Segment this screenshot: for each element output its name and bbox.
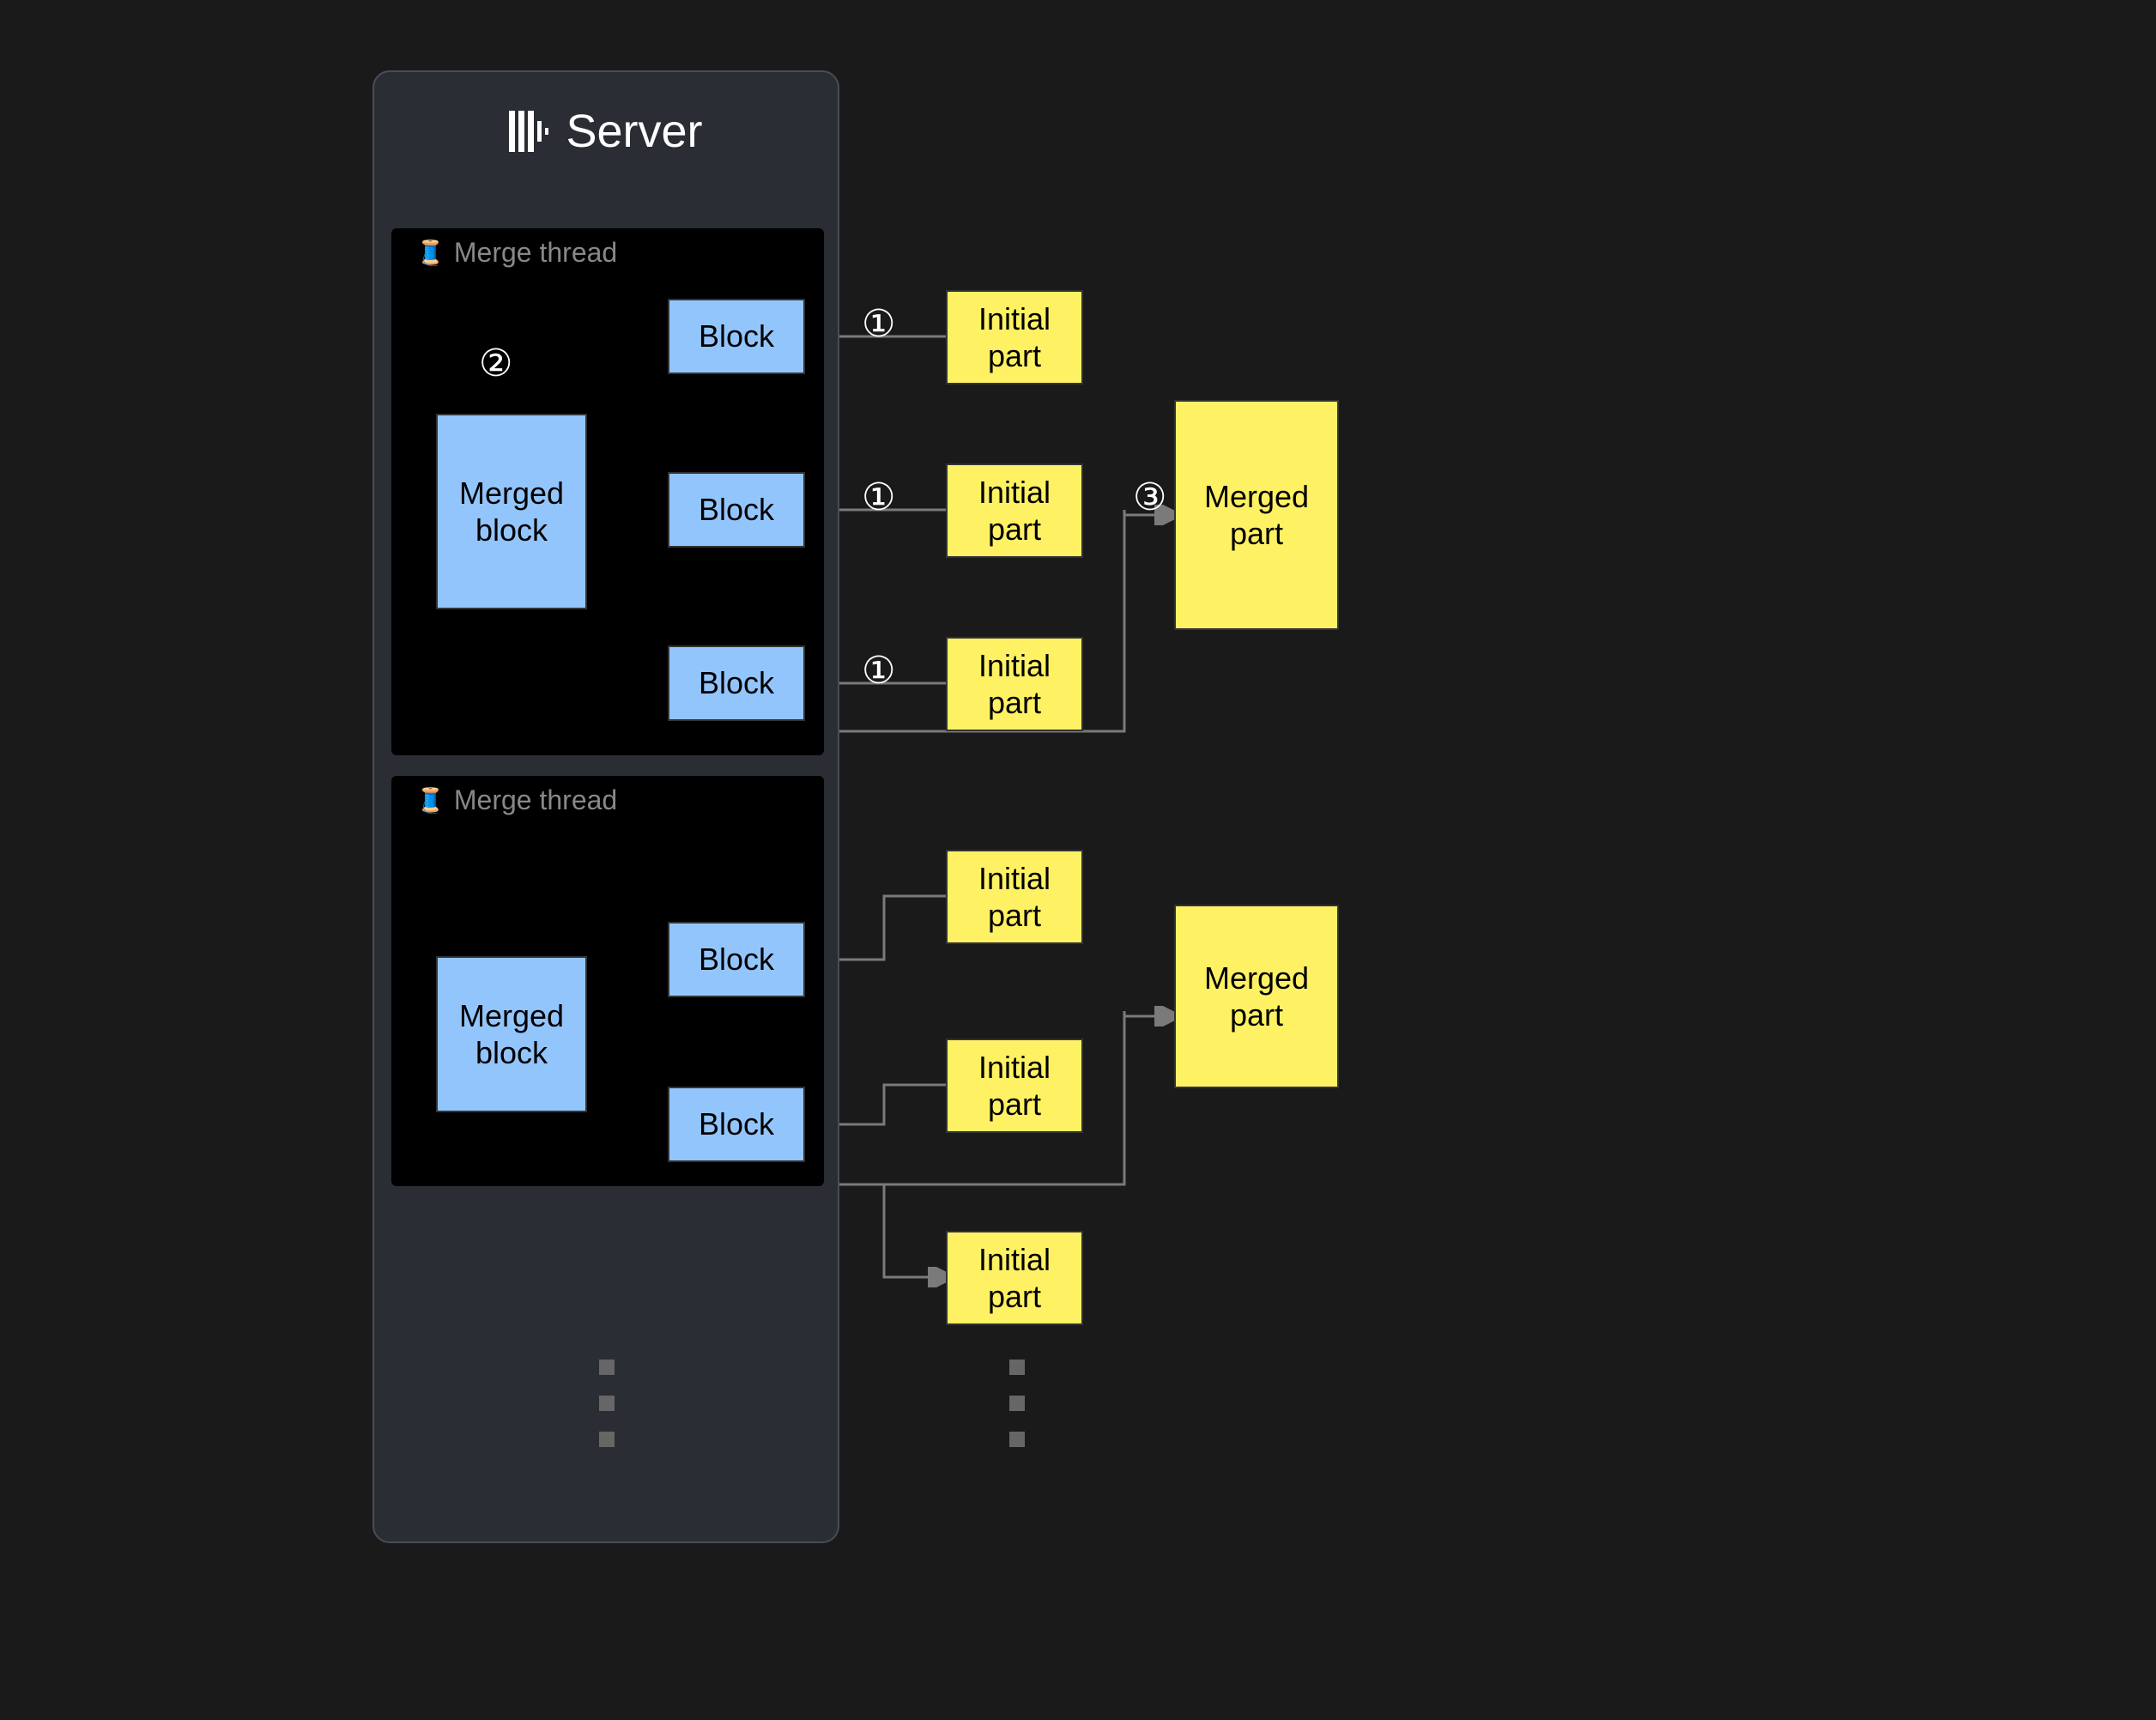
merge-thread-1-header: 🧵 Merge thread (391, 237, 824, 269)
step-label-1a: ① (862, 302, 895, 346)
initial-part-2-extra: Initial part (946, 1231, 1083, 1325)
block-box-1-3: Block (668, 645, 805, 721)
initial-part-1-1: Initial part (946, 290, 1083, 385)
initial-part-label: Initial part (978, 474, 1051, 548)
thread-spool-icon: 🧵 (415, 239, 445, 267)
server-ellipsis (599, 1360, 615, 1447)
step-label-3: ③ (1133, 475, 1166, 519)
ellipsis-dot (1009, 1360, 1025, 1375)
merge-thread-2-header: 🧵 Merge thread (391, 784, 824, 816)
initial-part-label: Initial part (978, 647, 1051, 721)
merged-part-label: Merged part (1204, 960, 1309, 1033)
merged-block-1: Merged block (436, 414, 587, 609)
server-title: Server (566, 105, 702, 158)
ellipsis-dot (1009, 1432, 1025, 1447)
block-label: Block (699, 1105, 774, 1142)
initial-part-1-2: Initial part (946, 463, 1083, 558)
initial-part-2-2: Initial part (946, 1039, 1083, 1133)
block-box-2-1: Block (668, 922, 805, 997)
ellipsis-dot (1009, 1396, 1025, 1411)
merged-block-label: Merged block (459, 475, 564, 548)
parts-ellipsis (1009, 1360, 1025, 1447)
ellipsis-dot (599, 1360, 615, 1375)
block-box-2-2: Block (668, 1087, 805, 1162)
block-label: Block (699, 941, 774, 978)
block-box-1-2: Block (668, 472, 805, 548)
server-icon (509, 109, 550, 154)
server-panel: Server 🧵 Merge thread 🧵 Merge thread (372, 70, 839, 1543)
merged-block-label: Merged block (459, 997, 564, 1071)
server-header: Server (374, 72, 838, 192)
merged-part-1: Merged part (1174, 400, 1339, 630)
block-label: Block (699, 318, 774, 354)
merged-block-2: Merged block (436, 956, 587, 1112)
merge-thread-1-label: Merge thread (454, 237, 617, 269)
block-label: Block (699, 664, 774, 701)
merge-thread-2-label: Merge thread (454, 784, 617, 816)
merged-part-label: Merged part (1204, 478, 1309, 552)
initial-part-2-1: Initial part (946, 850, 1083, 944)
block-box-1-1: Block (668, 299, 805, 374)
ellipsis-dot (599, 1432, 615, 1447)
step-label-2: ② (479, 342, 512, 385)
initial-part-label: Initial part (978, 1241, 1051, 1315)
initial-part-1-3: Initial part (946, 637, 1083, 731)
step-label-1c: ① (862, 649, 895, 693)
initial-part-label: Initial part (978, 300, 1051, 374)
merged-part-2: Merged part (1174, 905, 1339, 1088)
ellipsis-dot (599, 1396, 615, 1411)
step-label-1b: ① (862, 475, 895, 519)
initial-part-label: Initial part (978, 1049, 1051, 1123)
thread-spool-icon: 🧵 (415, 786, 445, 815)
initial-part-label: Initial part (978, 860, 1051, 934)
block-label: Block (699, 491, 774, 528)
